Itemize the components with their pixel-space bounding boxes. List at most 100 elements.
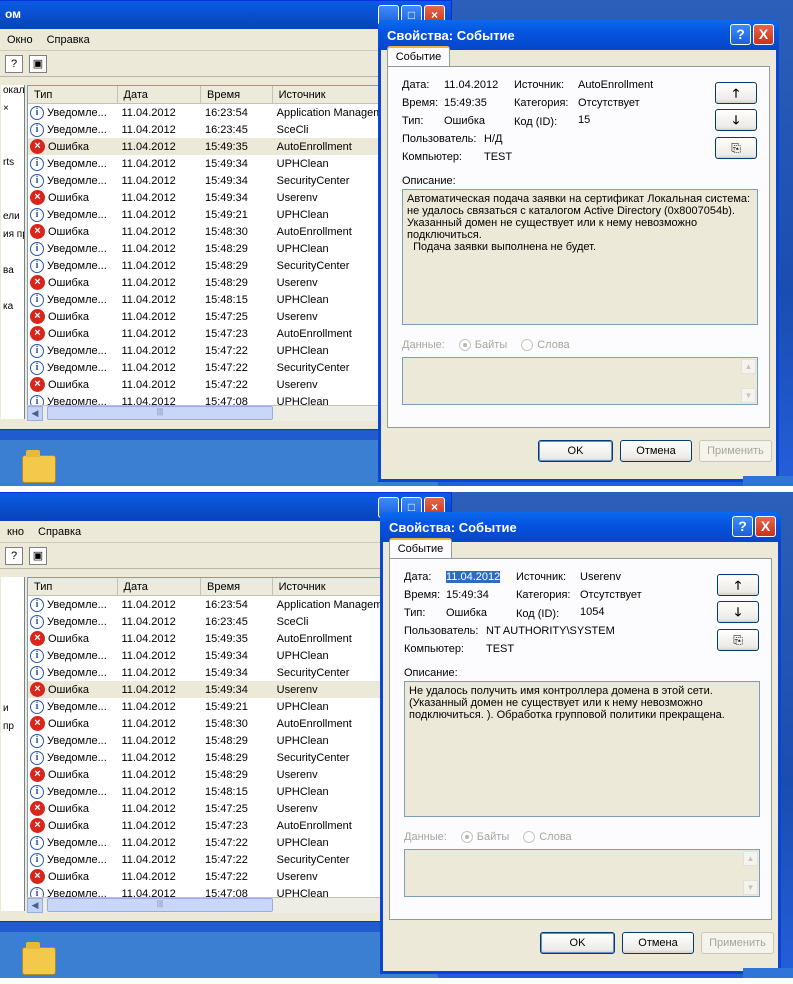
tree-item[interactable]: и bbox=[1, 703, 24, 721]
tree-item[interactable]: окаль bbox=[1, 85, 24, 103]
menu-item[interactable]: Справка bbox=[38, 526, 81, 542]
table-row[interactable]: × Ошибка 11.04.2012 15:49:35 AutoEnrollment bbox=[28, 138, 382, 155]
ok-button[interactable]: OK bbox=[540, 932, 615, 954]
words-radio[interactable]: Слова bbox=[521, 339, 570, 351]
column-header[interactable]: Источник bbox=[273, 86, 382, 103]
apply-button[interactable]: Применить bbox=[699, 440, 772, 462]
table-row[interactable]: × Ошибка 11.04.2012 15:47:22 Userenv bbox=[28, 868, 382, 885]
next-event-button[interactable]: 🡓 bbox=[717, 601, 759, 623]
previous-event-button[interactable]: 🡑 bbox=[717, 574, 759, 596]
column-header[interactable]: Время bbox=[201, 86, 273, 103]
table-row[interactable]: i Уведомле... 11.04.2012 15:47:22 SecurityCe… bbox=[28, 851, 382, 868]
horizontal-scrollbar[interactable]: ◀ ||| bbox=[27, 897, 383, 913]
table-row[interactable]: i Уведомле... 11.04.2012 15:49:34 SecurityCe… bbox=[28, 664, 382, 681]
folder-icon[interactable] bbox=[22, 450, 56, 483]
next-event-button[interactable]: 🡓 bbox=[715, 109, 757, 131]
table-row[interactable]: × Ошибка 11.04.2012 15:48:30 AutoEnrollment bbox=[28, 223, 382, 240]
column-header[interactable]: Источник bbox=[273, 578, 382, 595]
table-row[interactable]: i Уведомле... 11.04.2012 15:48:15 UPHClean bbox=[28, 291, 382, 308]
table-row[interactable]: × Ошибка 11.04.2012 15:48:30 AutoEnrollment bbox=[28, 715, 382, 732]
vertical-scrollbar[interactable]: ▲ ▼ bbox=[741, 359, 756, 403]
tree-item[interactable] bbox=[1, 739, 24, 757]
table-row[interactable]: i Уведомле... 11.04.2012 16:23:45 SceCli bbox=[28, 613, 382, 630]
tree-item[interactable] bbox=[1, 175, 24, 193]
table-row[interactable]: i Уведомле... 11.04.2012 15:48:29 UPHClean bbox=[28, 732, 382, 749]
scroll-thumb[interactable]: ||| bbox=[47, 898, 273, 912]
scroll-down-icon[interactable]: ▼ bbox=[741, 388, 756, 403]
column-header[interactable]: Дата bbox=[118, 86, 202, 103]
data-field[interactable]: ▲ ▼ bbox=[402, 357, 758, 405]
tree-item[interactable] bbox=[1, 793, 24, 811]
table-row[interactable]: × Ошибка 11.04.2012 15:49:34 Userenv bbox=[28, 681, 382, 698]
help-icon[interactable]: ? bbox=[5, 55, 23, 73]
tree-item[interactable] bbox=[1, 631, 24, 649]
tree-item[interactable] bbox=[1, 283, 24, 301]
tree-item[interactable] bbox=[1, 247, 24, 265]
column-header[interactable]: Дата bbox=[118, 578, 202, 595]
tree-item[interactable] bbox=[1, 193, 24, 211]
table-row[interactable]: i Уведомле... 11.04.2012 16:23:54 Applicatio… bbox=[28, 104, 382, 121]
table-row[interactable]: i Уведомле... 11.04.2012 15:48:29 UPHClean bbox=[28, 240, 382, 257]
table-row[interactable]: × Ошибка 11.04.2012 15:48:29 Userenv bbox=[28, 274, 382, 291]
tree-item[interactable] bbox=[1, 613, 24, 631]
table-row[interactable]: i Уведомле... 11.04.2012 15:48:15 UPHClean bbox=[28, 783, 382, 800]
description-text[interactable]: Не удалось получить имя контроллера доме… bbox=[404, 681, 760, 817]
scroll-up-icon[interactable]: ▲ bbox=[743, 851, 758, 866]
table-row[interactable]: × Ошибка 11.04.2012 15:49:34 Userenv bbox=[28, 189, 382, 206]
cancel-button[interactable]: Отмена bbox=[622, 932, 694, 954]
table-row[interactable]: i Уведомле... 11.04.2012 15:49:34 UPHClean bbox=[28, 647, 382, 664]
tree-item[interactable]: × bbox=[1, 103, 24, 121]
tab-event[interactable]: Событие bbox=[389, 538, 452, 559]
scroll-left-icon[interactable]: ◀ bbox=[27, 898, 43, 913]
description-text[interactable]: Автоматическая подача заявки на сертифик… bbox=[402, 189, 758, 325]
data-field[interactable]: ▲ ▼ bbox=[404, 849, 760, 897]
close-button[interactable]: X bbox=[753, 24, 774, 45]
table-row[interactable]: i Уведомле... 11.04.2012 15:49:34 SecurityCe… bbox=[28, 172, 382, 189]
console-icon[interactable]: ▣ bbox=[29, 547, 47, 565]
table-row[interactable]: i Уведомле... 11.04.2012 15:47:22 UPHClean bbox=[28, 342, 382, 359]
help-button[interactable]: ? bbox=[732, 516, 753, 537]
table-row[interactable]: × Ошибка 11.04.2012 15:47:25 Userenv bbox=[28, 800, 382, 817]
table-row[interactable]: × Ошибка 11.04.2012 15:49:35 AutoEnrollment bbox=[28, 630, 382, 647]
value-date[interactable]: 11.04.2012 bbox=[446, 571, 501, 583]
tree-item[interactable]: ва bbox=[1, 265, 24, 283]
help-icon[interactable]: ? bbox=[5, 547, 23, 565]
cancel-button[interactable]: Отмена bbox=[620, 440, 692, 462]
table-row[interactable]: × Ошибка 11.04.2012 15:47:25 Userenv bbox=[28, 308, 382, 325]
table-row[interactable]: i Уведомле... 11.04.2012 15:49:21 UPHClean bbox=[28, 698, 382, 715]
apply-button[interactable]: Применить bbox=[701, 932, 774, 954]
help-button[interactable]: ? bbox=[730, 24, 751, 45]
table-row[interactable]: × Ошибка 11.04.2012 15:47:23 AutoEnrollment bbox=[28, 817, 382, 834]
menu-item[interactable]: Окно bbox=[7, 34, 33, 50]
tree-item[interactable] bbox=[1, 649, 24, 667]
tree-item[interactable] bbox=[1, 595, 24, 613]
tree-item[interactable] bbox=[1, 757, 24, 775]
scroll-thumb[interactable]: ||| bbox=[47, 406, 273, 420]
console-icon[interactable]: ▣ bbox=[29, 55, 47, 73]
ok-button[interactable]: OK bbox=[538, 440, 613, 462]
table-row[interactable]: × Ошибка 11.04.2012 15:47:23 AutoEnrollment bbox=[28, 325, 382, 342]
column-header[interactable]: Время bbox=[201, 578, 273, 595]
tab-event[interactable]: Событие bbox=[387, 46, 450, 67]
scroll-left-icon[interactable]: ◀ bbox=[27, 406, 43, 421]
tree-item[interactable] bbox=[1, 139, 24, 157]
tree-item[interactable] bbox=[1, 577, 24, 595]
table-row[interactable]: × Ошибка 11.04.2012 15:48:29 Userenv bbox=[28, 766, 382, 783]
tree-item[interactable] bbox=[1, 685, 24, 703]
table-row[interactable]: i Уведомле... 11.04.2012 15:49:34 UPHClean bbox=[28, 155, 382, 172]
tree-item[interactable] bbox=[1, 667, 24, 685]
tree-item[interactable] bbox=[1, 121, 24, 139]
bytes-radio[interactable]: Байты bbox=[458, 339, 507, 351]
close-button[interactable]: X bbox=[755, 516, 776, 537]
column-header[interactable]: Тип bbox=[28, 578, 118, 595]
table-row[interactable]: i Уведомле... 11.04.2012 15:48:29 SecurityCe… bbox=[28, 257, 382, 274]
tree-item[interactable]: пр bbox=[1, 721, 24, 739]
tree-item[interactable]: ия пр bbox=[1, 229, 24, 247]
bytes-radio[interactable]: Байты bbox=[460, 831, 509, 843]
previous-event-button[interactable]: 🡑 bbox=[715, 82, 757, 104]
horizontal-scrollbar[interactable]: ◀ ||| bbox=[27, 405, 383, 421]
scroll-up-icon[interactable]: ▲ bbox=[741, 359, 756, 374]
tree-item[interactable]: rts bbox=[1, 157, 24, 175]
folder-icon[interactable] bbox=[22, 942, 56, 975]
table-row[interactable]: i Уведомле... 11.04.2012 15:47:22 UPHClean bbox=[28, 834, 382, 851]
